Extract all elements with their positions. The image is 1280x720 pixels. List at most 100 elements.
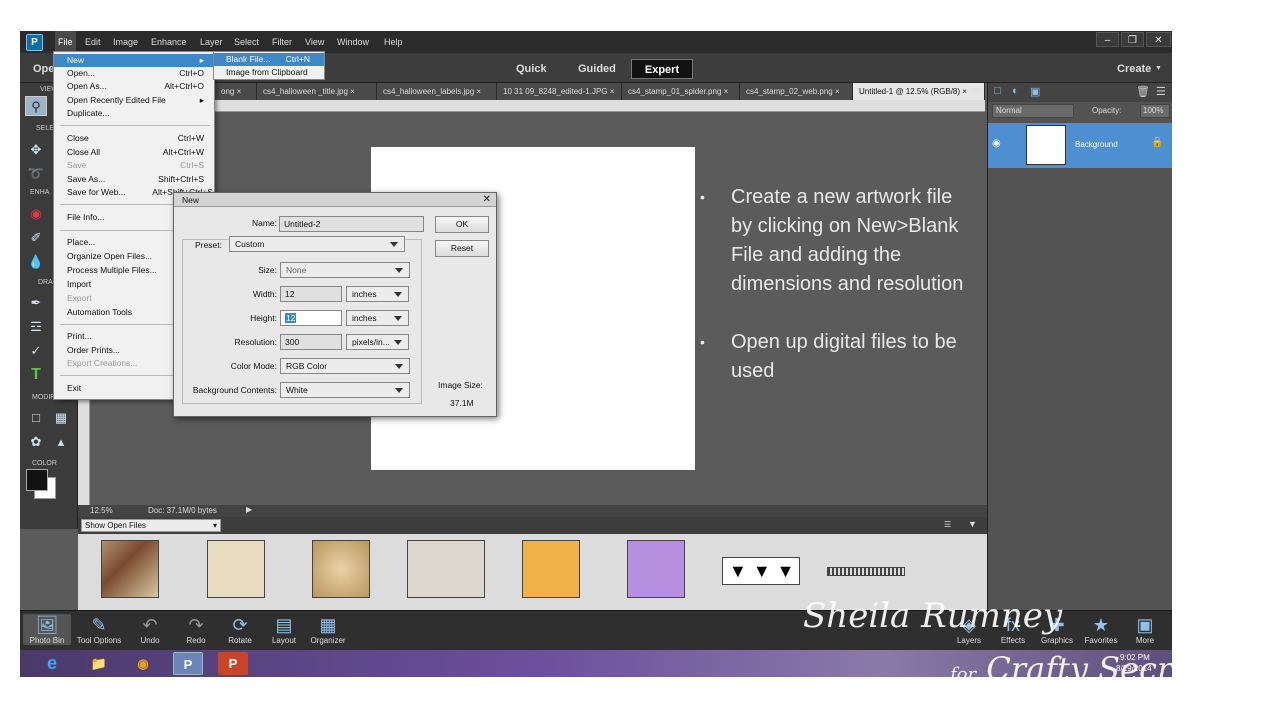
menu-item-save-as[interactable]: Save As... Shift+Ctrl+S xyxy=(54,173,214,186)
size-select[interactable]: None xyxy=(280,262,410,278)
thumbnail[interactable] xyxy=(207,540,265,598)
ok-button[interactable]: OK xyxy=(435,216,489,233)
resolution-field[interactable]: 300 xyxy=(280,334,342,350)
dialog-close-icon[interactable]: ✕ xyxy=(483,193,491,207)
thumbnail-birds[interactable]: ▼▼▼ xyxy=(722,557,800,585)
mode-expert[interactable]: Expert xyxy=(631,59,693,79)
height-field[interactable]: 12 xyxy=(280,310,342,326)
adjustment-layer-icon[interactable]: ◐ xyxy=(1012,85,1019,97)
organizer-button[interactable]: ▦ Organizer xyxy=(304,614,352,645)
status-arrow-icon[interactable]: ▶ xyxy=(246,505,252,514)
menu-item-open[interactable]: Open... Ctrl+O xyxy=(54,67,214,80)
menu-item-new[interactable]: New ▸ xyxy=(54,54,214,67)
type-tool-icon[interactable]: T xyxy=(25,365,47,385)
blur-tool-icon[interactable]: 💧 xyxy=(25,252,47,272)
menu-image[interactable]: Image xyxy=(110,31,141,53)
move-tool-icon[interactable]: ✥ xyxy=(25,140,47,160)
new-layer-icon[interactable]: □ xyxy=(994,85,1001,97)
chevron-down-icon[interactable]: ▼ xyxy=(1155,65,1162,72)
tool-options-button[interactable]: ✎ Tool Options xyxy=(75,614,123,645)
width-field[interactable]: 12 xyxy=(280,286,342,302)
menu-help[interactable]: Help xyxy=(381,31,406,53)
height-unit-select[interactable]: inches xyxy=(346,310,409,326)
crop-tool-icon[interactable]: □ xyxy=(25,408,47,428)
menu-item-duplicate[interactable]: Duplicate... xyxy=(54,107,214,120)
internet-explorer-icon[interactable]: e xyxy=(37,652,67,675)
menu-item-save[interactable]: Save Ctrl+S xyxy=(54,159,214,172)
brush-tool-icon[interactable]: ✒ xyxy=(25,293,47,313)
menu-item-open-recent[interactable]: Open Recently Edited File ▸ xyxy=(54,94,214,107)
foreground-color-swatch[interactable] xyxy=(26,469,48,491)
thumbnail[interactable] xyxy=(627,540,685,598)
restore-icon[interactable]: ❐ xyxy=(1121,32,1144,47)
recompose-tool-icon[interactable]: ▦ xyxy=(50,408,72,428)
menu-layer[interactable]: Layer xyxy=(197,31,226,53)
tab-document[interactable]: ong × xyxy=(215,83,257,100)
menu-enhance[interactable]: Enhance xyxy=(148,31,190,53)
chrome-icon[interactable]: ◉ xyxy=(128,652,158,675)
visibility-eye-icon[interactable]: ◉ xyxy=(992,138,1001,149)
menu-select[interactable]: Select xyxy=(231,31,262,53)
zoom-tool-icon[interactable]: ⚲ xyxy=(25,96,47,116)
favorites-button[interactable]: ★ Favorites xyxy=(1077,614,1125,645)
menu-item-blank-file[interactable]: Blank File... Ctrl+N xyxy=(214,53,324,66)
background-contents-select[interactable]: White xyxy=(280,382,410,398)
brush-heal-tool-icon[interactable]: ✐ xyxy=(25,228,47,248)
create-button[interactable]: Create xyxy=(1107,59,1161,79)
width-unit-select[interactable]: inches xyxy=(346,286,409,302)
minimize-icon[interactable]: – xyxy=(1096,32,1119,47)
lasso-tool-icon[interactable]: ➰ xyxy=(25,164,47,184)
blend-mode-select[interactable]: Normal xyxy=(992,104,1074,118)
menu-item-close-all[interactable]: Close All Alt+Ctrl+W xyxy=(54,146,214,159)
mode-quick[interactable]: Quick xyxy=(506,59,557,79)
photoshop-elements-taskbar-icon[interactable]: P xyxy=(173,652,203,675)
thumbnail[interactable] xyxy=(522,540,580,598)
thumbnail[interactable] xyxy=(101,540,159,598)
photo-bin-button[interactable]: 🖼 Photo Bin xyxy=(23,614,71,645)
file-explorer-icon[interactable]: 📁 xyxy=(84,652,114,675)
tab-document[interactable]: 10 31 09_8248_edited-1.JPG × xyxy=(497,83,622,100)
show-open-files-select[interactable]: Show Open Files ▾ xyxy=(81,519,221,532)
rotate-button[interactable]: ⟳ Rotate xyxy=(216,614,264,645)
powerpoint-icon[interactable]: P xyxy=(218,652,248,675)
menu-item-open-as[interactable]: Open As... Alt+Ctrl+O xyxy=(54,80,214,93)
mode-guided[interactable]: Guided xyxy=(568,59,626,79)
menu-item-close[interactable]: Close Ctrl+W xyxy=(54,132,214,145)
color-mode-select[interactable]: RGB Color xyxy=(280,358,410,374)
undo-button[interactable]: ↶ Undo xyxy=(126,614,174,645)
straighten-tool-icon[interactable]: ▴ xyxy=(50,432,72,452)
menu-item-image-from-clipboard[interactable]: Image from Clipboard xyxy=(214,66,324,79)
opacity-field[interactable]: 100% xyxy=(1140,104,1170,118)
thumbnail-border[interactable] xyxy=(827,567,905,576)
paint-bucket-icon[interactable]: ☲ xyxy=(25,317,47,337)
trash-icon[interactable]: 🗑 xyxy=(1136,85,1150,98)
cookie-cutter-icon[interactable]: ✿ xyxy=(25,432,47,452)
tab-document[interactable]: cs4_stamp_02_web.png × xyxy=(740,83,853,100)
layer-row-background[interactable]: ◉ Background 🔒 xyxy=(988,123,1172,168)
bin-menu-icon[interactable]: ☰ xyxy=(944,520,951,529)
eyedropper-icon[interactable]: ✓ xyxy=(25,341,47,361)
preset-select[interactable]: Custom xyxy=(229,236,405,252)
menu-file[interactable]: File xyxy=(55,31,76,53)
tab-document-active[interactable]: Untitled-1 @ 12.5% (RGB/8) × xyxy=(853,83,985,100)
resolution-unit-select[interactable]: pixels/in... xyxy=(346,334,409,350)
thumbnail[interactable] xyxy=(407,540,485,598)
red-eye-tool-icon[interactable]: ◉ xyxy=(25,204,47,224)
menu-view[interactable]: View xyxy=(302,31,327,53)
tab-document[interactable]: cs4_halloween _title.jpg × xyxy=(257,83,377,100)
more-button[interactable]: ▣ More xyxy=(1121,614,1169,645)
layout-button[interactable]: ▤ Layout xyxy=(260,614,308,645)
collapse-icon[interactable]: ▼ xyxy=(968,519,977,529)
menu-edit[interactable]: Edit xyxy=(82,31,104,53)
name-field[interactable]: Untitled-2 xyxy=(279,216,424,232)
thumbnail[interactable] xyxy=(312,540,370,598)
menu-filter[interactable]: Filter xyxy=(269,31,295,53)
close-icon[interactable]: ✕ xyxy=(1146,32,1171,47)
reset-button[interactable]: Reset xyxy=(435,240,489,257)
tab-document[interactable]: cs4_stamp_01_spider.png × xyxy=(622,83,740,100)
lock-icon[interactable]: 🔒 xyxy=(1151,137,1163,148)
redo-button[interactable]: ↷ Redo xyxy=(172,614,220,645)
tabs-overflow[interactable]: >> xyxy=(971,85,980,94)
menu-window[interactable]: Window xyxy=(334,31,372,53)
layer-mask-icon[interactable]: ▣ xyxy=(1030,85,1040,98)
